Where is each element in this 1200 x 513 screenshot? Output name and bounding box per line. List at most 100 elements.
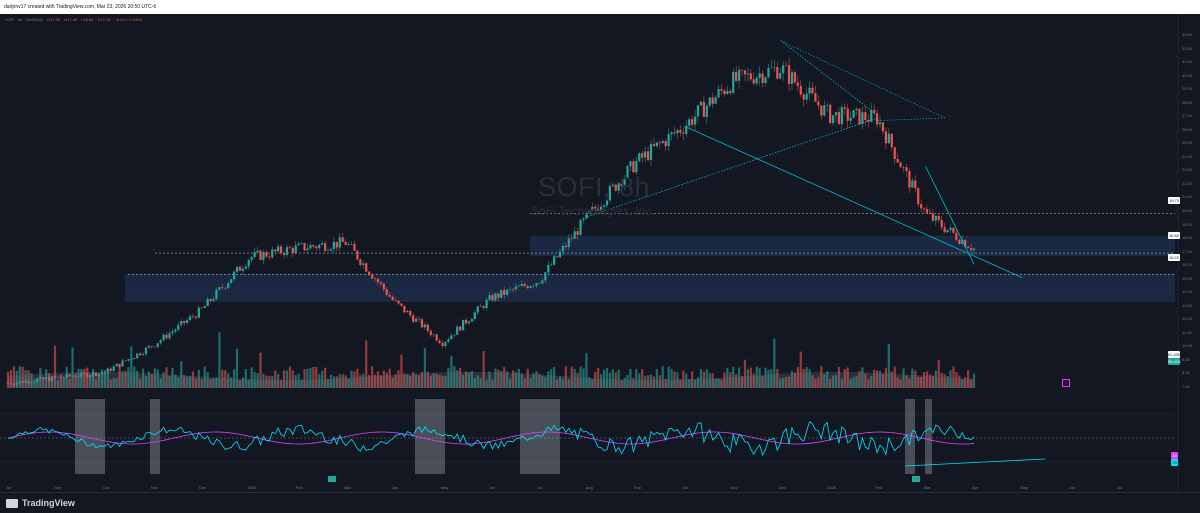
time-tick: Apr: [972, 485, 979, 490]
candle-body: [635, 161, 638, 173]
candle-body: [139, 353, 142, 356]
candle-body: [829, 104, 832, 124]
candle-body: [315, 246, 318, 249]
candle-body: [655, 142, 658, 147]
candle-body: [931, 213, 934, 221]
candle-body: [194, 316, 198, 318]
price-chart[interactable]: [0, 14, 1200, 492]
candle-body: [558, 251, 562, 258]
time-tick: Dec: [778, 485, 786, 490]
candle-body: [972, 248, 976, 251]
candle-body: [969, 248, 973, 251]
candle-body: [121, 360, 124, 367]
candle-body: [576, 231, 579, 235]
candle-body: [782, 65, 785, 73]
candle-body: [699, 101, 703, 106]
watermark-ticker: SOFI, 8h: [538, 172, 651, 202]
candle-body: [846, 108, 849, 121]
alert-icon[interactable]: !: [1062, 379, 1070, 387]
candle-body: [488, 295, 491, 300]
osc-band-2: [415, 399, 445, 474]
price-tick: 14.00: [1182, 289, 1193, 295]
volume-ma-area: [8, 372, 974, 388]
price-tick: 20.00: [1182, 208, 1193, 213]
candle-body: [817, 101, 820, 106]
candle-body: [567, 238, 570, 248]
candle-body: [438, 340, 441, 343]
candle-body: [735, 71, 738, 81]
price-tick: 15.00: [1182, 275, 1193, 281]
candle-body: [570, 238, 573, 240]
candle-body: [344, 242, 347, 245]
candle-body: [462, 319, 465, 331]
candle-body: [523, 283, 526, 286]
time-tick: Sep: [633, 485, 642, 490]
candle-body: [285, 247, 289, 255]
candle-body: [638, 153, 641, 162]
tradingview-brand[interactable]: TradingView: [6, 498, 75, 508]
candle-body: [732, 71, 735, 93]
candle-body: [852, 110, 855, 118]
candle-body: [843, 107, 846, 109]
candle-body: [191, 316, 195, 317]
price-tick: 24.00: [1182, 153, 1193, 159]
price-label-16-82: 16.82: [1168, 232, 1180, 239]
candle-body: [309, 245, 312, 249]
price-tick: 29.00: [1182, 86, 1193, 92]
candle-body: [711, 97, 714, 104]
tradingview-logo-icon: [6, 498, 18, 508]
candle-body: [564, 245, 567, 248]
candle-body: [288, 247, 291, 249]
candle-body: [150, 346, 153, 347]
price-tick: 7.00: [1182, 384, 1190, 389]
candle-body: [805, 93, 808, 100]
price-label-19-73: 19.73: [1168, 197, 1180, 204]
candle-body: [538, 283, 541, 284]
candle-body: [652, 144, 656, 147]
price-label-15-22: 15.22: [1168, 254, 1180, 261]
candle-body: [473, 312, 476, 320]
candle-body: [693, 116, 697, 125]
candle-body: [808, 87, 811, 94]
time-tick: Feb: [875, 485, 883, 490]
candle-body: [171, 331, 174, 334]
candle-body: [787, 65, 791, 84]
time-tick: May: [1020, 485, 1028, 490]
candle-body: [332, 241, 336, 250]
candle-body: [506, 289, 509, 295]
candle-body: [429, 330, 432, 336]
candle-body: [667, 134, 670, 147]
candle-body: [696, 105, 700, 117]
candle-body: [118, 363, 121, 367]
candle-body: [491, 295, 494, 301]
candle-body: [479, 306, 482, 307]
candle-body: [717, 89, 720, 98]
candle-body: [526, 285, 529, 289]
candle-body: [318, 244, 321, 249]
candle-body: [394, 299, 397, 301]
candle-body: [467, 321, 471, 324]
candle-body: [324, 243, 327, 251]
candle-body: [946, 229, 949, 233]
candle-body: [406, 311, 409, 313]
candle-body: [676, 130, 679, 134]
candle-body: [241, 268, 244, 271]
candle-body: [476, 306, 479, 313]
candle-body: [497, 293, 500, 298]
candle-body: [247, 259, 250, 267]
candle-body: [764, 77, 767, 83]
candle-body: [767, 68, 770, 78]
candle-body: [908, 171, 911, 188]
time-tick: May: [440, 485, 449, 490]
candle-body: [755, 77, 758, 84]
time-tick: Sep: [54, 485, 62, 490]
brand-text: TradingView: [22, 498, 75, 508]
candle-body: [849, 117, 852, 121]
candle-body: [144, 347, 148, 355]
candle-body: [400, 303, 403, 306]
candle-body: [893, 147, 896, 159]
time-tick: Dec: [199, 485, 207, 490]
price-tick: 32.00: [1182, 45, 1193, 51]
candle-body: [740, 69, 744, 71]
candle-body: [379, 282, 382, 284]
